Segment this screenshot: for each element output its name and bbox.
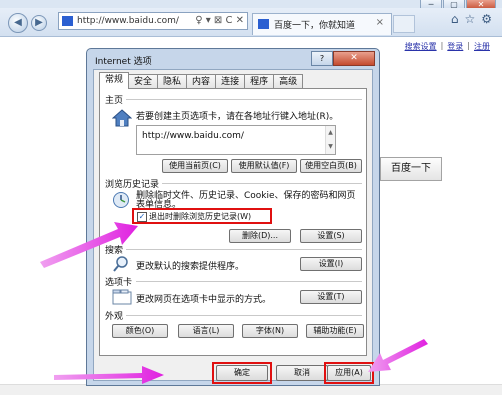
arrow-to-apply bbox=[368, 339, 428, 372]
arrow-to-checkbox bbox=[40, 222, 138, 268]
tab-general[interactable]: 常规 bbox=[99, 72, 130, 89]
annotation-arrows bbox=[40, 222, 428, 384]
arrow-to-ok bbox=[54, 366, 164, 384]
